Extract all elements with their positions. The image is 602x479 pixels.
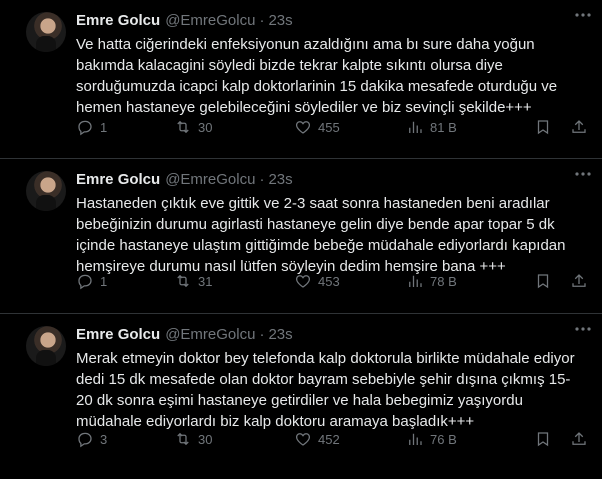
tweet-thread: Emre Golcu @EmreGolcu · 23s Ve hatta ciğ… xyxy=(0,0,602,479)
reply-button[interactable]: 1 xyxy=(76,272,174,290)
views-count: 81 B xyxy=(430,119,457,135)
tweet-content: Emre Golcu @EmreGolcu · 23s Hastaneden ç… xyxy=(76,167,590,277)
like-count: 455 xyxy=(318,119,340,135)
retweet-count: 30 xyxy=(198,431,213,447)
views-icon xyxy=(409,275,422,287)
like-button[interactable]: 452 xyxy=(294,430,406,448)
like-icon xyxy=(295,433,311,446)
avatar[interactable] xyxy=(26,12,66,52)
tweet-text: Merak etmeyin doktor bey telefonda kalp … xyxy=(76,350,575,430)
bookmark-icon[interactable] xyxy=(534,118,552,136)
author-name[interactable]: Emre Golcu xyxy=(76,171,160,188)
avatar[interactable] xyxy=(26,171,66,211)
tweet-text: Hastaneden çıktık eve gittik ve 2-3 saat… xyxy=(76,195,566,275)
reply-count: 3 xyxy=(100,431,108,447)
timestamp[interactable]: 23s xyxy=(268,12,292,29)
author-handle[interactable]: @EmreGolcu xyxy=(165,171,255,188)
retweet-icon xyxy=(177,274,189,288)
separator-dot: · xyxy=(259,325,265,343)
like-icon xyxy=(295,121,311,134)
views-button[interactable]: 81 B xyxy=(406,118,534,136)
author-name[interactable]: Emre Golcu xyxy=(76,12,160,29)
reply-count: 1 xyxy=(100,119,108,135)
tweet-header: Emre Golcu @EmreGolcu · 23s xyxy=(76,8,590,32)
tweet[interactable]: Emre Golcu @EmreGolcu · 23s Hastaneden ç… xyxy=(0,159,602,314)
more-icon[interactable] xyxy=(574,12,592,18)
bookmark-icon[interactable] xyxy=(534,430,552,448)
like-button[interactable]: 455 xyxy=(294,118,406,136)
tweet-header: Emre Golcu @EmreGolcu · 23s xyxy=(76,322,590,346)
like-count: 452 xyxy=(318,431,340,447)
author-name[interactable]: Emre Golcu xyxy=(76,326,160,343)
bookmark-icon[interactable] xyxy=(534,272,552,290)
tweet-header: Emre Golcu @EmreGolcu · 23s xyxy=(76,167,590,191)
tweet-text: Ve hatta ciğerindeki enfeksiyonun azaldı… xyxy=(76,36,558,116)
like-count: 453 xyxy=(318,273,340,289)
tweet-content: Emre Golcu @EmreGolcu · 23s Merak etmeyi… xyxy=(76,322,590,432)
retweet-icon xyxy=(177,120,189,134)
views-icon xyxy=(409,433,422,445)
author-handle[interactable]: @EmreGolcu xyxy=(165,12,255,29)
like-icon xyxy=(295,275,311,288)
tweet-content: Emre Golcu @EmreGolcu · 23s Ve hatta ciğ… xyxy=(76,8,590,118)
retweet-button[interactable]: 31 xyxy=(174,272,294,290)
author-handle[interactable]: @EmreGolcu xyxy=(165,326,255,343)
reply-icon xyxy=(78,120,92,136)
reply-button[interactable]: 1 xyxy=(76,118,174,136)
share-icon[interactable] xyxy=(570,272,588,290)
reply-count: 1 xyxy=(100,273,108,289)
avatar[interactable] xyxy=(26,326,66,366)
views-count: 78 B xyxy=(430,273,457,289)
tweet-actions: 3 30 452 76 B xyxy=(76,430,588,448)
timestamp[interactable]: 23s xyxy=(268,171,292,188)
retweet-button[interactable]: 30 xyxy=(174,118,294,136)
retweet-count: 30 xyxy=(198,119,213,135)
separator-dot: · xyxy=(259,11,265,29)
retweet-button[interactable]: 30 xyxy=(174,430,294,448)
reply-icon xyxy=(78,432,92,448)
more-icon[interactable] xyxy=(574,326,592,332)
reply-button[interactable]: 3 xyxy=(76,430,174,448)
tweet[interactable]: Emre Golcu @EmreGolcu · 23s Ve hatta ciğ… xyxy=(0,0,602,159)
share-icon[interactable] xyxy=(570,430,588,448)
separator-dot: · xyxy=(259,170,265,188)
views-icon xyxy=(409,121,422,133)
reply-icon xyxy=(78,274,92,290)
timestamp[interactable]: 23s xyxy=(268,326,292,343)
views-button[interactable]: 78 B xyxy=(406,272,534,290)
tweet-actions: 1 31 453 78 B xyxy=(76,272,588,290)
retweet-count: 31 xyxy=(198,273,213,289)
like-button[interactable]: 453 xyxy=(294,272,406,290)
retweet-icon xyxy=(177,432,189,446)
views-button[interactable]: 76 B xyxy=(406,430,534,448)
tweet[interactable]: Emre Golcu @EmreGolcu · 23s Merak etmeyi… xyxy=(0,314,602,479)
tweet-actions: 1 30 455 81 B xyxy=(76,118,588,136)
more-icon[interactable] xyxy=(574,171,592,177)
share-icon[interactable] xyxy=(570,118,588,136)
views-count: 76 B xyxy=(430,431,457,447)
